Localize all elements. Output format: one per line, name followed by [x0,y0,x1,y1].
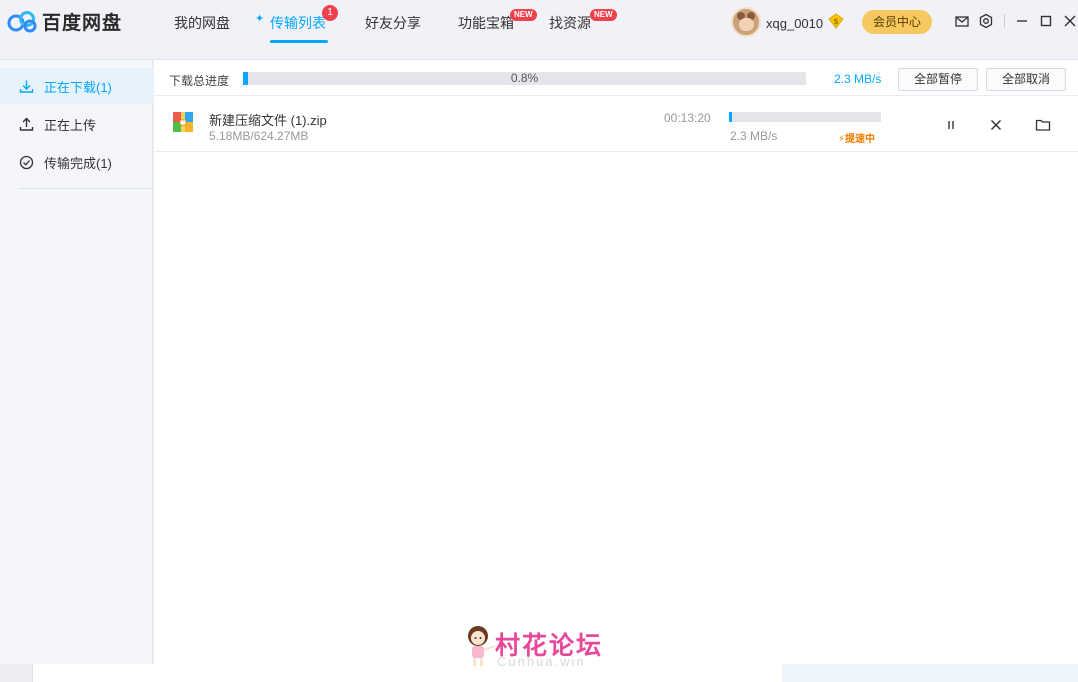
download-summary: 下载总进度 0.8% 2.3 MB/s 全部暂停 全部取消 [154,60,1078,96]
app-name: 百度网盘 [42,13,123,34]
background-window-edge [32,664,782,682]
sidebar: 正在下载(1) 正在上传 传输完成(1) [0,60,153,664]
nav-toolbox[interactable]: 功能宝箱 [458,13,514,33]
vip-coin-icon[interactable]: $ [828,13,844,29]
sidebar-item-label: 正在下载(1) [44,79,112,95]
close-window-icon[interactable] [1062,13,1078,29]
app-logo[interactable]: 百度网盘 [6,8,122,35]
watermark-subtitle: Cunhua.win [497,654,586,669]
nav-transfer-list[interactable]: 传输列表 [270,13,326,33]
resources-new-badge: NEW [590,9,617,21]
file-name: 新建压缩文件 (1).zip [209,113,327,128]
sidebar-item-label: 正在上传 [44,117,97,133]
download-icon [19,80,34,93]
background-window-edge-right [783,664,1078,682]
settings-icon[interactable] [978,13,994,29]
lightning-icon: ⚡ [838,134,846,145]
toolbox-new-badge: NEW [510,9,537,21]
total-speed: 2.3 MB/s [834,72,882,86]
sidebar-item-downloading[interactable]: 正在下载(1) [0,68,153,104]
upload-icon [19,117,34,131]
download-row[interactable]: 新建压缩文件 (1).zip 5.18MB/624.27MB 00:13:20 … [154,97,1078,152]
mail-icon[interactable] [954,13,970,29]
transfer-panel: 下载总进度 0.8% 2.3 MB/s 全部暂停 全部取消 新建压缩文件 (1)… [154,60,1078,664]
sparkle-icon: ✦ [255,13,265,25]
baidu-cloud-logo-icon [7,10,37,32]
active-tab-underline [270,40,328,43]
watermark-girl-logo [468,626,496,666]
file-progress-bar [729,112,881,122]
zip-file-icon [173,112,193,132]
pause-all-button[interactable]: 全部暂停 [898,68,978,91]
sidebar-item-label: 传输完成(1) [44,155,112,171]
total-progress-bar: 0.8% [243,72,806,85]
nav-friend-share[interactable]: 好友分享 [365,13,421,33]
sidebar-item-completed[interactable]: 传输完成(1) [0,144,153,180]
sidebar-divider [19,188,153,189]
nav-my-disk[interactable]: 我的网盘 [174,13,230,33]
cancel-all-button[interactable]: 全部取消 [986,68,1066,91]
svg-text:$: $ [833,17,838,26]
total-progress-percent: 0.8% [510,71,539,85]
nav-find-resources[interactable]: 找资源 [549,13,591,33]
total-progress-label: 下载总进度 [169,74,230,88]
username[interactable]: xqg_0010 [766,16,823,31]
time-remaining: 00:13:20 [664,111,711,125]
maximize-icon[interactable] [1038,13,1054,29]
transfer-count-badge: 1 [322,5,338,21]
file-speed: 2.3 MB/s [730,129,778,143]
open-folder-icon[interactable] [1035,117,1051,133]
watermark: 村花论坛 Cunhua.win [465,624,625,674]
speedup-status: ⚡提速中 [838,130,875,145]
avatar[interactable] [731,7,761,37]
sidebar-item-uploading[interactable]: 正在上传 [0,106,153,142]
file-progress-fill [729,112,732,122]
top-bar: 百度网盘 我的网盘 ✦ 传输列表 1 好友分享 功能宝箱 NEW 找资源 NEW… [0,0,1078,60]
check-circle-icon [19,155,34,169]
minimize-icon[interactable] [1014,13,1030,29]
cancel-download-icon[interactable] [988,117,1004,133]
pause-icon[interactable] [943,117,959,133]
vip-center-button[interactable]: 会员中心 [862,10,932,34]
speedup-label: 提速中 [845,134,876,145]
file-size: 5.18MB/624.27MB [209,129,309,143]
